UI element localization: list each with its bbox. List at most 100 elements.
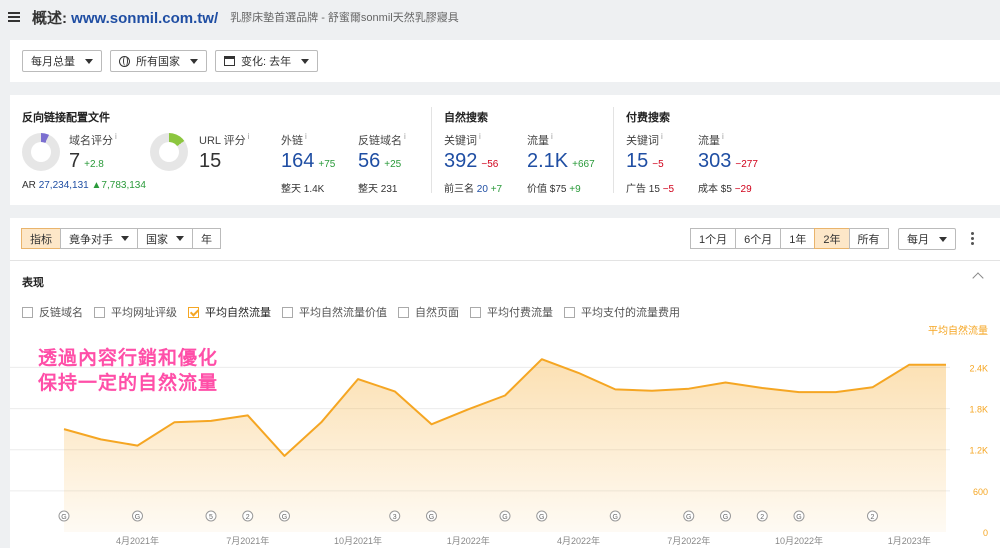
chart-panel: 指标 竟争对手 国家 年 1个月 6个月 1年 2年 所有 每月 表现 反链域名 平均网址… (10, 218, 1000, 548)
legend-item[interactable]: 自然页面 (398, 304, 459, 320)
checkbox-checked-icon[interactable] (188, 306, 199, 318)
event-marker-label: G (539, 514, 544, 521)
y-tick-label: 1.8K (969, 405, 988, 415)
paid-traffic-label[interactable]: 流量 i (698, 132, 724, 148)
organic-traffic-delta: +667 (572, 159, 595, 170)
event-marker-label: G (723, 514, 728, 521)
granularity-label: 每月 (907, 234, 929, 246)
external-links-label[interactable]: 外链 i (281, 132, 307, 148)
metric-legend: 反链域名 平均网址评级 平均自然流量 平均自然流量价值 自然页面 平均付费流量 平均支付的流… (22, 304, 680, 320)
y-tick-label: 2.4K (969, 363, 988, 373)
domain-rating-delta: +2.8 (84, 159, 104, 170)
page-subtitle: 乳膠床墊首選品牌 - 舒蜜爾sonmil天然乳膠寢具 (230, 12, 459, 24)
more-options-icon[interactable] (971, 232, 974, 247)
range-option[interactable]: 1个月 (690, 228, 737, 249)
event-marker-label: G (686, 514, 691, 521)
paid-traffic-delta: −277 (735, 159, 758, 170)
country-dropdown[interactable]: 所有国家 (110, 50, 207, 72)
legend-item[interactable]: 平均自然流量 (188, 304, 271, 320)
chevron-down-icon (939, 236, 947, 242)
checkbox-icon[interactable] (564, 306, 575, 318)
period-dropdown[interactable]: 每月总量 (22, 50, 102, 72)
url-rating-donut (150, 133, 188, 171)
range-option[interactable]: 6个月 (735, 228, 782, 249)
organic-keywords-value[interactable]: 392 −56 (444, 150, 498, 173)
page-title: 概述: www.sonmil.com.tw/ (32, 7, 218, 28)
ahrefs-rank-value[interactable]: 27,234,131 (39, 180, 89, 191)
checkbox-icon[interactable] (22, 306, 33, 318)
range-option[interactable]: 所有 (848, 228, 889, 249)
external-links-value[interactable]: 164 +75 (281, 150, 335, 173)
x-tick-label: 1月2022年 (447, 535, 490, 546)
domain-rating-label[interactable]: 域名评分 i (69, 132, 117, 148)
legend-item[interactable]: 平均付费流量 (470, 304, 553, 320)
calendar-icon (224, 56, 235, 66)
legend-item[interactable]: 平均支付的流量费用 (564, 304, 680, 320)
organic-traffic-value[interactable]: 2.1K +667 (527, 150, 595, 173)
range-option[interactable]: 2年 (814, 228, 850, 249)
event-marker-label: G (613, 514, 618, 521)
chevron-up-icon[interactable] (972, 272, 984, 284)
granularity-dropdown[interactable]: 每月 (898, 228, 956, 250)
chart-tabs: 指标 竟争对手 国家 年 (21, 228, 221, 249)
paid-keywords-delta: −5 (652, 159, 664, 170)
event-marker-label: 2 (246, 514, 250, 521)
legend-item[interactable]: 平均网址评级 (94, 304, 177, 320)
event-marker-label: 2 (871, 514, 875, 521)
annotation-line-1: 透過內容行銷和優化 (38, 348, 219, 369)
legend-item-label: 平均网址评级 (111, 307, 177, 319)
ahrefs-rank-delta: ▲7,783,134 (91, 180, 146, 191)
legend-item-label: 平均支付的流量费用 (581, 307, 680, 319)
legend-item[interactable]: 平均自然流量价值 (282, 304, 387, 320)
external-links-delta: +75 (318, 159, 336, 170)
url-rating-value[interactable]: 15 (199, 150, 221, 173)
chevron-down-icon (176, 236, 184, 241)
backlinks-section-title: 反向链接配置文件 (22, 112, 110, 124)
checkbox-icon[interactable] (398, 306, 409, 318)
domain-rating-donut (22, 133, 60, 171)
y-tick-label: 1.2K (969, 446, 988, 456)
organic-keywords-label[interactable]: 关键词 i (444, 132, 481, 148)
ahrefs-rank: AR 27,234,131 ▲7,783,134 (22, 180, 146, 191)
legend-item-label: 自然页面 (415, 307, 459, 319)
paid-traffic-value[interactable]: 303 −277 (698, 150, 758, 173)
organic-traffic-label[interactable]: 流量 i (527, 132, 553, 148)
legend-item-label: 平均付费流量 (487, 307, 553, 319)
tab-metrics[interactable]: 指标 (21, 228, 61, 249)
page-title-domain[interactable]: www.sonmil.com.tw/ (71, 10, 218, 27)
chevron-down-icon (85, 58, 93, 64)
page-title-prefix: 概述: (32, 9, 67, 27)
paid-keywords-value[interactable]: 15 −5 (626, 150, 664, 173)
event-marker-label: G (796, 514, 801, 521)
checkbox-icon[interactable] (282, 306, 293, 318)
change-dropdown[interactable]: 变化: 去年 (215, 50, 319, 72)
divider (10, 260, 1000, 261)
x-tick-label: 1月2023年 (888, 535, 931, 546)
tab-country[interactable]: 国家 (137, 228, 193, 249)
checkbox-icon[interactable] (94, 306, 105, 318)
paid-cost: 成本 $5 −29 (698, 184, 752, 195)
range-option[interactable]: 1年 (780, 228, 816, 249)
tab-competitors[interactable]: 竟争对手 (60, 228, 138, 249)
tab-year[interactable]: 年 (192, 228, 221, 249)
domain-rating-value[interactable]: 7 +2.8 (69, 150, 104, 173)
x-tick-label: 4月2022年 (557, 535, 600, 546)
paid-keywords-label[interactable]: 关键词 i (626, 132, 663, 148)
url-rating-label[interactable]: URL 评分 i (199, 132, 249, 148)
legend-item-label: 反链域名 (39, 307, 83, 319)
event-marker-label: G (502, 514, 507, 521)
menu-icon[interactable] (8, 12, 20, 22)
legend-item[interactable]: 反链域名 (22, 304, 83, 320)
event-marker-label: G (135, 514, 140, 521)
checkbox-icon[interactable] (470, 306, 481, 318)
divider (613, 107, 614, 193)
event-marker-label: G (282, 514, 287, 521)
change-dropdown-label: 变化: 去年 (241, 56, 292, 68)
paid-ads: 广告 15 −5 (626, 184, 675, 195)
filter-bar: 每月总量 所有国家 变化: 去年 (10, 40, 1000, 82)
event-marker-label: 5 (209, 514, 213, 521)
referring-domains-value[interactable]: 56 +25 (358, 150, 401, 173)
annotation-line-2: 保持一定的自然流量 (38, 373, 219, 394)
referring-domains-label[interactable]: 反链域名 i (358, 132, 406, 148)
organic-top3: 前三名 20 +7 (444, 184, 503, 195)
